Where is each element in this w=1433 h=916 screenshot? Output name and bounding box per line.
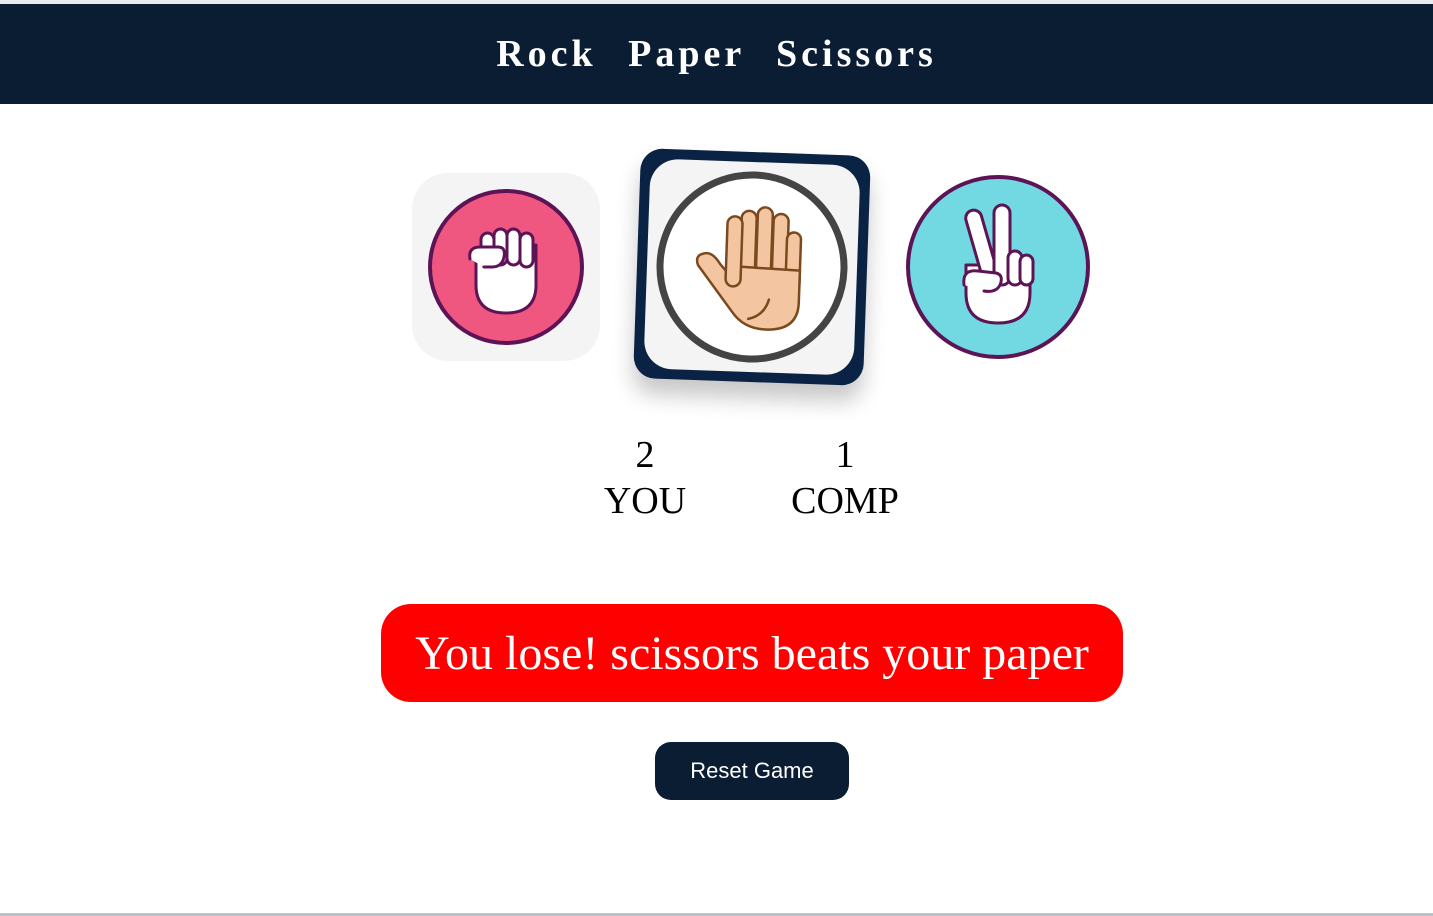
comp-score: 1 COMP (755, 436, 935, 520)
user-score-value: 2 (635, 434, 655, 476)
paper-choice-tile (643, 158, 861, 376)
fist-icon (428, 189, 584, 345)
rock-choice-button[interactable] (412, 173, 600, 361)
paper-choice-button[interactable] (633, 148, 871, 386)
reset-game-button[interactable]: Reset Game (655, 742, 849, 800)
page-title: Rock Paper Scissors (496, 33, 937, 75)
comp-score-value: 1 (835, 434, 855, 476)
user-score-label: YOU (603, 480, 687, 522)
peace-hand-icon (906, 175, 1090, 359)
user-score: 2 YOU (555, 436, 735, 520)
app-header: Rock Paper Scissors (0, 4, 1433, 104)
open-hand-icon (656, 171, 848, 363)
comp-score-label: COMP (791, 480, 899, 522)
scissors-choice-button[interactable] (904, 173, 1092, 361)
result-message: You lose! scissors beats your paper (381, 604, 1123, 702)
